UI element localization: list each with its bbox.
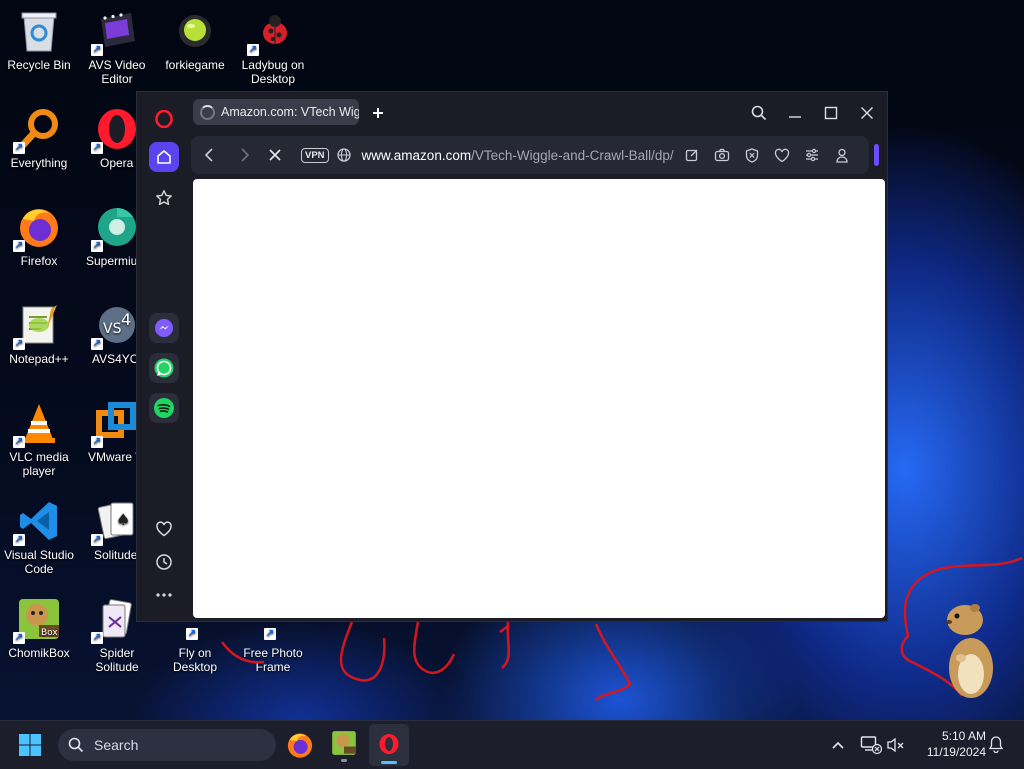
active-app-indicator — [381, 761, 397, 764]
maximize-button[interactable] — [818, 100, 844, 126]
clock-time: 5:10 AM — [941, 729, 986, 743]
opera-browser-window: Amazon.com: VTech Wiggle VPN — [136, 91, 888, 622]
network-disconnected-icon — [860, 736, 883, 755]
sidebar-item-speed-dial[interactable] — [149, 183, 179, 213]
whatsapp-icon — [154, 358, 174, 378]
sliders-icon — [806, 148, 818, 162]
network-status-button[interactable] — [860, 735, 883, 755]
snapshot-button[interactable] — [711, 136, 733, 174]
sidebar-item-whatsapp[interactable] — [149, 353, 179, 383]
url-path: /VTech-Wiggle-and-Crawl-Ball/dp/ — [471, 147, 674, 163]
sidebar-item-bookmarks[interactable] — [149, 514, 179, 544]
forward-button[interactable] — [233, 136, 257, 174]
back-button[interactable] — [197, 136, 221, 174]
heart-outline-icon — [774, 148, 790, 162]
start-button[interactable] — [18, 733, 44, 759]
minimize-icon — [789, 116, 801, 118]
taskbar-app-chomikbox[interactable] — [331, 730, 359, 762]
chomikbox-icon — [332, 731, 356, 755]
loading-spinner-icon — [200, 104, 215, 120]
user-icon — [836, 148, 848, 163]
search-icon — [68, 737, 84, 753]
home-icon — [157, 150, 171, 164]
profile-button[interactable] — [831, 136, 853, 174]
address-bar[interactable]: VPN www.amazon.com/VTech-Wiggle-and-Craw… — [301, 136, 681, 174]
sidebar-toggle-indicator[interactable] — [874, 144, 879, 166]
address-toolbar: VPN www.amazon.com/VTech-Wiggle-and-Craw… — [191, 136, 869, 174]
opera-sidebar — [137, 92, 191, 621]
maximize-icon — [824, 106, 838, 120]
send-snapshot-button[interactable] — [681, 136, 703, 174]
taskbar-app-opera[interactable] — [369, 724, 409, 766]
opera-menu-button[interactable] — [149, 104, 179, 134]
speaker-muted-icon — [887, 737, 904, 753]
spotify-icon — [154, 398, 174, 418]
notifications-button[interactable] — [988, 735, 1006, 755]
url-text: www.amazon.com/VTech-Wiggle-and-Crawl-Ba… — [362, 148, 674, 163]
show-hidden-icons-button[interactable] — [828, 735, 848, 755]
running-indicator — [341, 759, 347, 762]
close-button[interactable] — [854, 100, 880, 126]
new-tab-button[interactable] — [367, 102, 389, 124]
opera-icon — [379, 734, 399, 754]
hamster-desktop-pet[interactable] — [935, 598, 1007, 702]
sidebar-item-spotify[interactable] — [149, 393, 179, 423]
edit-share-icon — [685, 149, 698, 162]
clock-widget[interactable]: 5:10 AM 11/19/2024 — [914, 728, 986, 760]
globe-icon — [336, 148, 351, 162]
shield-icon — [745, 147, 759, 163]
clock-icon — [156, 554, 172, 570]
bell-icon — [988, 736, 1004, 754]
tab-bar: Amazon.com: VTech Wiggle — [191, 92, 887, 132]
chevron-up-icon — [832, 741, 844, 749]
clock-date: 11/19/2024 — [926, 745, 986, 759]
vpn-badge[interactable]: VPN — [301, 147, 329, 163]
tab-title: Amazon.com: VTech Wiggle — [221, 105, 359, 119]
sidebar-item-history[interactable] — [149, 547, 179, 577]
star-icon — [156, 190, 172, 206]
camera-icon — [714, 148, 730, 162]
easy-setup-button[interactable] — [801, 136, 823, 174]
bookmark-page-button[interactable] — [771, 136, 793, 174]
taskbar-app-firefox[interactable] — [286, 731, 314, 759]
ad-blocker-button[interactable] — [741, 136, 763, 174]
firefox-icon — [287, 733, 313, 758]
chevron-left-icon — [204, 148, 213, 162]
sidebar-item-home[interactable] — [149, 142, 179, 172]
opera-logo-icon — [155, 110, 173, 128]
tab-search-button[interactable] — [746, 100, 772, 126]
url-host: www.amazon.com — [361, 147, 472, 163]
sidebar-more-button[interactable] — [149, 580, 179, 610]
messenger-icon — [155, 319, 173, 337]
stop-loading-button[interactable] — [263, 136, 287, 174]
more-dots-icon — [156, 593, 172, 597]
sidebar-item-messenger[interactable] — [149, 313, 179, 343]
heart-icon — [156, 521, 172, 537]
minimize-button[interactable] — [782, 100, 808, 126]
taskbar: Search 5:10 AM 11/19/2024 — [0, 720, 1024, 769]
plus-icon — [373, 108, 383, 118]
tab-amazon[interactable]: Amazon.com: VTech Wiggle — [193, 99, 359, 125]
page-content-area[interactable] — [193, 179, 885, 618]
chevron-right-icon — [241, 148, 250, 162]
search-placeholder: Search — [94, 737, 139, 753]
windows-logo-icon — [19, 734, 41, 756]
taskbar-search-box[interactable]: Search — [58, 729, 276, 761]
search-icon — [751, 105, 767, 121]
close-icon — [861, 107, 873, 119]
close-x-icon — [269, 149, 281, 161]
volume-muted-button[interactable] — [886, 735, 906, 755]
